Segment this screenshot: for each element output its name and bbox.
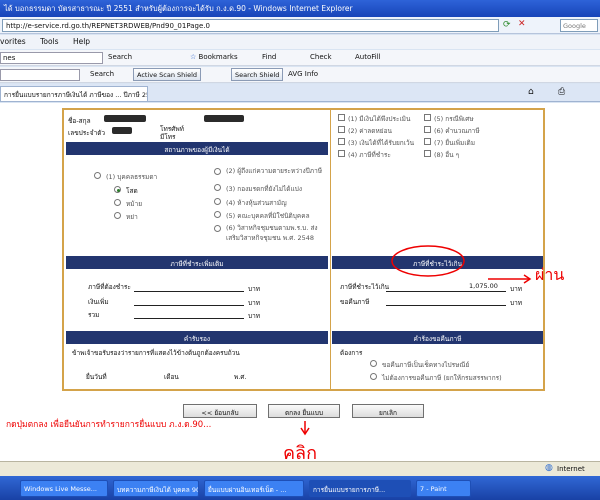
menu-tools[interactable]: Tools [40, 37, 58, 46]
search-shield-button[interactable]: Search Shield [231, 68, 284, 81]
taskbar-item-paint[interactable]: 7 - Paint [416, 480, 471, 497]
avg-search-button[interactable]: Search [90, 70, 114, 78]
print-icon[interactable]: ⎙ [558, 87, 565, 97]
taskbar-item-tax-form[interactable]: การยื่นแบบรายการภาษี... [309, 480, 411, 497]
taskbar-item-messenger[interactable]: Windows Live Messe... [20, 480, 108, 497]
find-button[interactable]: Find [262, 53, 276, 61]
confirm-submit-button[interactable]: ตกลง ยื่นแบบ [268, 404, 340, 418]
toolbar-search-button[interactable]: Search [108, 53, 132, 61]
page-content: ชื่อ-สกุล เลขประจำตัว โทรศัพท์ มีโทร (1)… [0, 103, 600, 464]
home-icon[interactable]: ⌂ [528, 87, 534, 97]
tab-active[interactable]: การยื่นแบบรายการภาษีเงินได้ ภาษีของ ... … [0, 86, 148, 101]
menu-favorites[interactable]: vorites [0, 37, 26, 46]
annotation-circle [391, 245, 465, 277]
annotation-instruction: กดปุ่มตกลง เพื่อยืนยันการทำรายการยื่นแบบ… [6, 420, 212, 430]
annotation-pass-note: ผ่าน [535, 265, 565, 284]
taskbar-item-efiling[interactable]: ยื่นแบบผ่านอินเทอร์เน็ต - ... [204, 480, 304, 497]
back-button[interactable]: << ย้อนกลับ [183, 404, 257, 418]
search-input[interactable]: Google [560, 19, 598, 32]
avg-search-field[interactable] [0, 69, 80, 81]
check-button[interactable]: Check [310, 53, 332, 61]
status-bar: ◍ Internet [0, 461, 600, 476]
autofill-button[interactable]: AutoFill [355, 53, 381, 61]
bookmarks-label: Bookmarks [198, 53, 238, 61]
zone-label: Internet [557, 465, 585, 473]
google-toolbar: nes Search ☆ Bookmarks Find Check AutoFi… [0, 50, 600, 66]
star-icon: ☆ [190, 53, 197, 61]
globe-icon: ◍ [545, 463, 553, 473]
avg-toolbar: Search Active Scan Shield Search Shield … [0, 67, 600, 83]
cancel-button[interactable]: ยกเลิก [352, 404, 424, 418]
menu-help[interactable]: Help [73, 37, 90, 46]
bookmarks-button[interactable]: ☆ Bookmarks [190, 53, 238, 61]
taskbar-item-article[interactable]: บทความภาษีเงินได้ บุคคล 90... [113, 480, 199, 497]
tab-bar: การยื่นแบบรายการภาษีเงินได้ ภาษีของ ... … [0, 84, 600, 102]
window-title-bar: ได้ บอกธรรมดา บัตรสาธารณะ ปี 2551 สำหรับ… [0, 0, 600, 17]
stop-icon[interactable]: ✕ [518, 19, 526, 29]
menu-bar: vorites Tools Help [0, 35, 600, 49]
avg-info-button[interactable]: AVG Info [288, 70, 318, 78]
active-scan-button[interactable]: Active Scan Shield [133, 68, 202, 81]
address-bar: http://e-service.rd.go.th/REPNET3RDWEB/P… [0, 17, 600, 34]
url-input[interactable]: http://e-service.rd.go.th/REPNET3RDWEB/P… [2, 19, 499, 32]
refresh-icon[interactable]: ⟳ [503, 20, 511, 30]
toolbar-field[interactable]: nes [0, 52, 103, 64]
window-title: ได้ บอกธรรมดา บัตรสาธารณะ ปี 2551 สำหรับ… [4, 4, 353, 13]
taskbar: Windows Live Messe... บทความภาษีเงินได้ … [0, 476, 600, 500]
